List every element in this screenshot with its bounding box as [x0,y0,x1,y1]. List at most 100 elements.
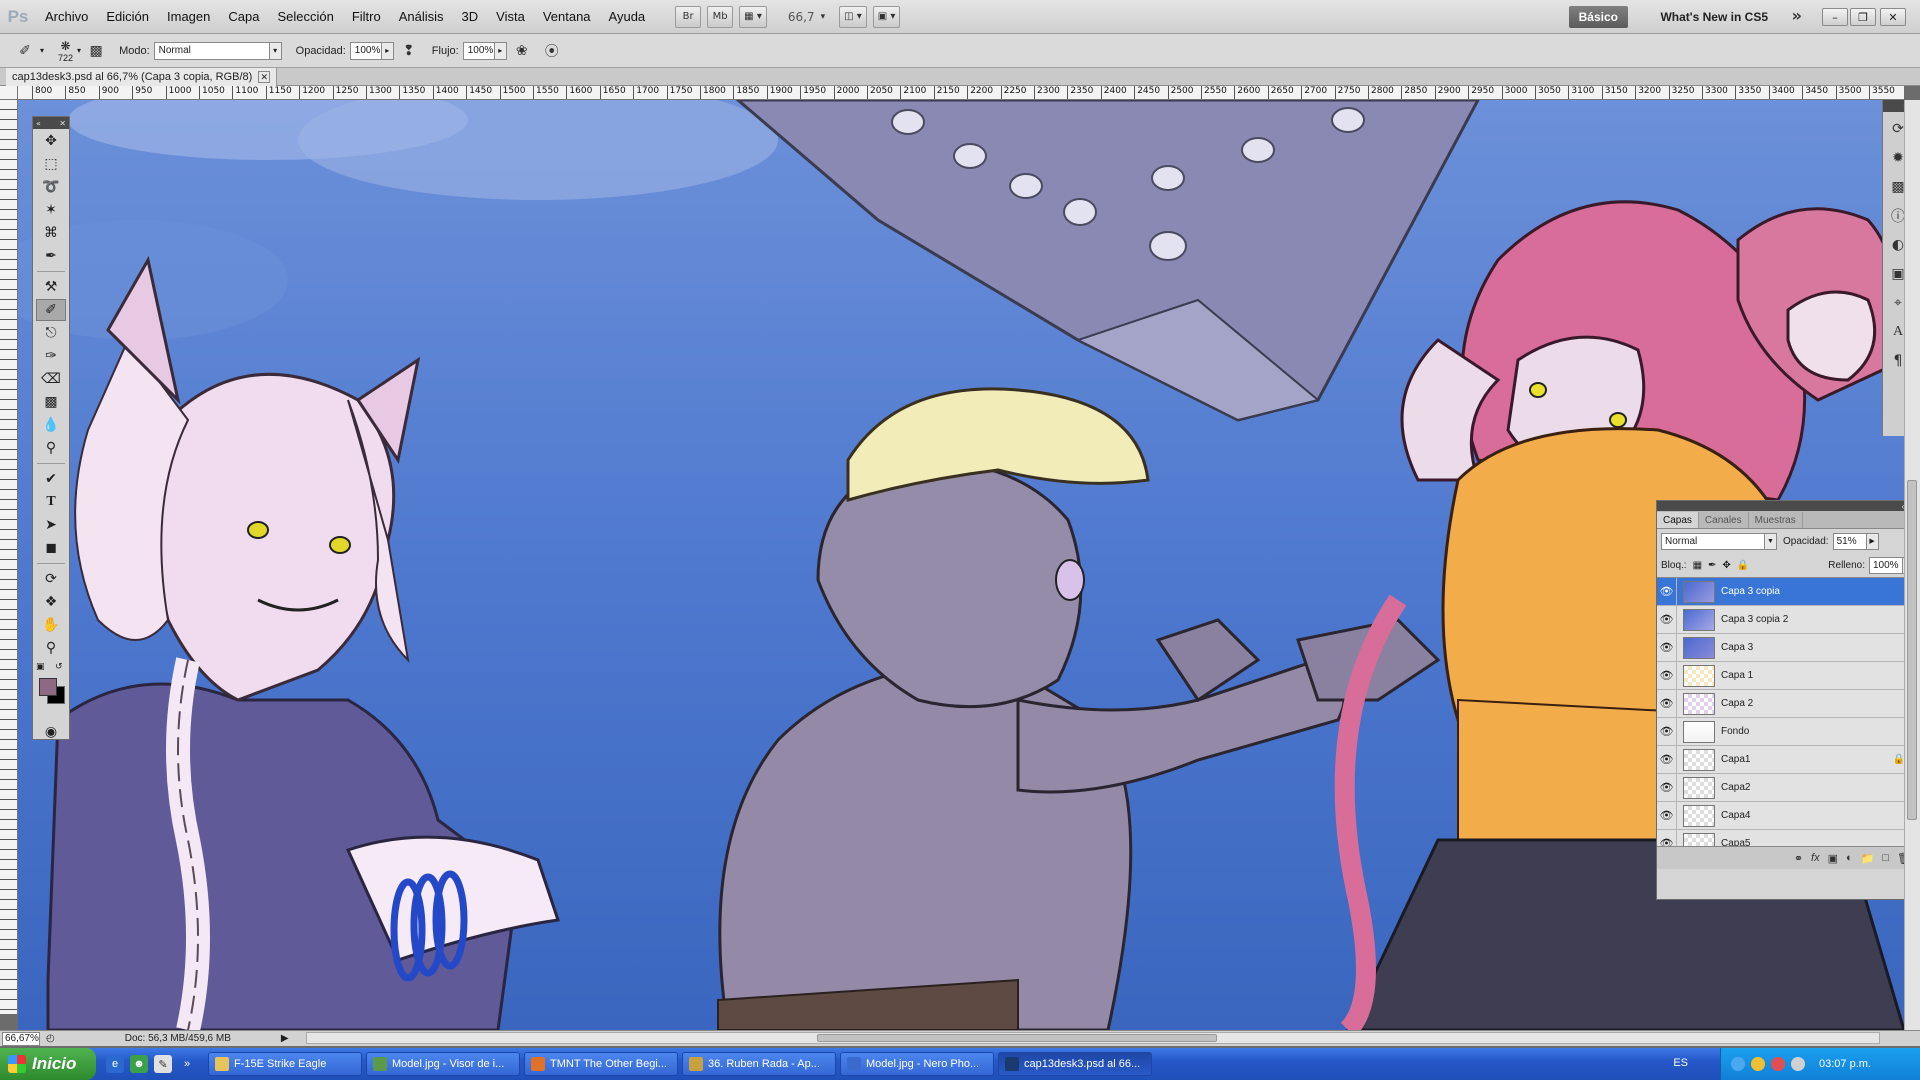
more-icon[interactable]: » [178,1055,196,1073]
layer-row[interactable]: 👁 Capa 2 [1657,689,1919,718]
clone-stamp-tool-icon[interactable]: ⎋ [36,322,66,344]
close-icon[interactable]: ✕ [59,119,66,128]
3d-camera-tool-icon[interactable]: ❖ [36,591,66,613]
layer-name[interactable]: Fondo [1721,726,1749,737]
lock-all-icon[interactable]: 🔒 [1737,560,1749,571]
arrange-documents-button[interactable]: ◫ ▾ [839,5,867,28]
screen-mode-button[interactable]: ▣ ▾ [872,5,901,28]
opacity-field[interactable]: 100% [349,41,382,60]
layer-name[interactable]: Capa 3 [1721,642,1753,653]
layer-row[interactable]: 👁 Fondo [1657,717,1919,746]
crop-tool-icon[interactable]: ⌘ [36,222,66,244]
shape-tool-icon[interactable]: ◼ [36,537,66,559]
airbrush-icon[interactable]: ❀ [511,40,533,62]
brush-picker[interactable]: ❋ 722 [58,39,73,63]
path-selection-tool-icon[interactable]: ➤ [36,514,66,536]
visibility-eye-icon[interactable]: 👁 [1657,633,1677,662]
layer-name[interactable]: Capa2 [1721,782,1750,793]
layer-row[interactable]: 👁 Capa4 [1657,801,1919,830]
menu-3d[interactable]: 3D [453,9,488,24]
flow-field[interactable]: 100% [462,41,495,60]
security-icon[interactable] [1751,1057,1765,1071]
document-canvas[interactable] [18,100,1904,1030]
history-brush-tool-icon[interactable]: ✑ [36,345,66,367]
visibility-eye-icon[interactable]: 👁 [1657,578,1677,606]
document-tab[interactable]: cap13desk3.psd al 66,7% (Capa 3 copia, R… [6,68,278,86]
menu-edicion[interactable]: Edición [97,9,158,24]
blur-tool-icon[interactable]: 💧 [36,414,66,436]
layer-name[interactable]: Capa 3 copia 2 [1721,614,1788,625]
chevron-down-icon[interactable]: ▼ [1765,532,1777,550]
layer-row[interactable]: 👁 Capa 3 [1657,633,1919,662]
ruler-vertical[interactable] [0,100,18,1014]
lock-position-icon[interactable]: ✥ [1722,560,1730,571]
healing-brush-tool-icon[interactable]: ⚒ [36,276,66,298]
visibility-eye-icon[interactable]: 👁 [1657,717,1677,746]
minibridge-button[interactable]: Mb [707,5,734,28]
brush-tool-icon[interactable]: ✐ [36,299,66,321]
menu-analisis[interactable]: Análisis [390,9,453,24]
layer-thumbnail[interactable] [1683,776,1715,799]
add-mask-icon[interactable]: ▣ [1828,852,1838,865]
lasso-tool-icon[interactable]: ➰ [36,176,66,198]
chevron-down-icon[interactable]: ▾ [821,12,826,22]
new-group-icon[interactable]: 📁 [1861,852,1875,865]
visibility-eye-icon[interactable]: 👁 [1657,773,1677,802]
brush-tool-preset-icon[interactable]: ✐ [14,40,36,62]
layer-thumbnail[interactable] [1683,804,1715,827]
visibility-eye-icon[interactable]: 👁 [1657,801,1677,830]
link-layers-icon[interactable]: ⚭ [1794,852,1803,865]
zoom-field[interactable]: 66,67% [2,1031,40,1046]
chevron-right-icon[interactable]: ▶ [281,1033,289,1044]
layer-thumbnail[interactable] [1683,832,1715,846]
horizontal-scroll-thumb[interactable] [817,1034,1217,1042]
move-tool-icon[interactable]: ✥ [36,130,66,152]
layer-name[interactable]: Capa 3 copia [1721,586,1780,597]
pen-tool-icon[interactable]: ✔ [36,468,66,490]
gradient-tool-icon[interactable]: ▩ [36,391,66,413]
taskbar-button[interactable]: cap13desk3.psd al 66... [998,1052,1152,1076]
visibility-eye-icon[interactable]: 👁 [1657,745,1677,774]
workspace-whats-new-button[interactable]: What's New in CS5 [1650,6,1778,28]
menu-archivo[interactable]: Archivo [36,9,97,24]
chevron-down-icon[interactable]: ▾ [269,41,282,60]
bridge-button[interactable]: Br [675,5,702,28]
eraser-tool-icon[interactable]: ⌫ [36,368,66,390]
taskbar-button[interactable]: 36. Ruben Rada - Ap... [682,1052,836,1076]
layer-row[interactable]: 👁 Capa 3 copia [1657,578,1919,606]
vertical-scroll-thumb[interactable] [1907,480,1917,820]
clock[interactable]: 03:07 p.m. [1819,1058,1871,1070]
layer-row[interactable]: 👁 Capa 3 copia 2 [1657,605,1919,634]
pressure-size-icon[interactable]: ⦿ [541,40,563,62]
hand-tool-icon[interactable]: ✋ [36,614,66,636]
messenger-icon[interactable]: ☻ [130,1055,148,1073]
horizontal-scrollbar[interactable] [306,1032,1880,1044]
zoom-tool-icon[interactable]: ⚲ [36,637,66,659]
close-button[interactable]: ✕ [1880,8,1906,26]
taskbar-button[interactable]: TMNT The Other Begi... [524,1052,678,1076]
layer-row[interactable]: 👁 Capa 1 [1657,661,1919,690]
lock-pixels-icon[interactable]: ✒ [1708,560,1716,571]
collapse-icon[interactable]: « [36,119,41,128]
zoom-level[interactable]: 66,7 [788,10,815,24]
lock-transparency-icon[interactable]: ▦ [1693,560,1702,571]
tab-muestras[interactable]: Muestras [1749,512,1803,528]
foreground-color-swatch[interactable] [39,678,57,696]
adjustment-layer-icon[interactable]: ◐ [1846,852,1853,864]
layer-name[interactable]: Capa5 [1721,838,1750,846]
menu-ventana[interactable]: Ventana [534,9,600,24]
taskbar-button[interactable]: Model.jpg - Nero Pho... [840,1052,994,1076]
tools-panel-header[interactable]: « ✕ [33,117,69,129]
fill-field[interactable]: 100% [1869,556,1903,574]
quick-mask-icon[interactable]: ◉ [36,721,66,743]
layer-thumbnail[interactable] [1683,664,1715,687]
menu-vista[interactable]: Vista [487,9,534,24]
tab-canales[interactable]: Canales [1699,512,1749,528]
layer-thumbnail[interactable] [1683,692,1715,715]
restore-button[interactable]: ❐ [1850,8,1876,26]
more-workspaces-icon[interactable]: » [1792,6,1802,28]
marquee-tool-icon[interactable]: ⬚ [36,153,66,175]
chevron-right-icon[interactable]: ▶ [1866,532,1879,550]
language-indicator[interactable]: ES [1673,1057,1688,1069]
visibility-eye-icon[interactable]: 👁 [1657,661,1677,690]
